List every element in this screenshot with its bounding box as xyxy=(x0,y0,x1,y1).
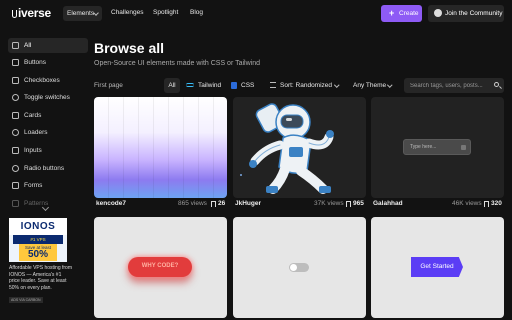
tailwind-icon xyxy=(186,83,194,87)
bookmark-icon[interactable] xyxy=(484,201,489,207)
ad-carbon-link[interactable]: ADS VIA CARBON xyxy=(9,297,43,303)
sidebar-item-loaders[interactable]: Loaders xyxy=(8,125,88,140)
card-info: Galahhad 46K views 320 xyxy=(371,200,504,210)
card-views: 865 views xyxy=(178,200,207,207)
preview-toggle-switch[interactable] xyxy=(289,263,309,272)
preview-input[interactable]: Type here... xyxy=(403,139,471,155)
bookmark-icon[interactable] xyxy=(211,201,216,207)
radio-icon xyxy=(12,165,19,172)
join-community-button[interactable]: Join the Community xyxy=(428,5,504,22)
card-author[interactable]: kencode7 xyxy=(96,200,126,207)
form-icon xyxy=(12,182,19,189)
card-info: JkHuger 37K views 965 xyxy=(233,200,366,210)
sidebar-item-inputs[interactable]: Inputs xyxy=(8,143,88,158)
chevron-down-icon xyxy=(387,82,393,88)
button-icon xyxy=(12,59,19,66)
ad-save-badge: Save at least 50% xyxy=(19,244,57,261)
loader-icon xyxy=(12,129,19,136)
ad-banner[interactable]: IONOS #1 VPS Save at least 50% xyxy=(9,218,67,262)
card-views: 46K views xyxy=(452,200,482,207)
card-saves: 965 xyxy=(353,200,364,207)
filter-all-button[interactable]: All xyxy=(164,78,180,93)
element-card-input[interactable]: Type here... xyxy=(371,97,504,198)
checkbox-icon xyxy=(12,77,19,84)
filter-css-button[interactable]: CSS xyxy=(228,78,256,93)
search-icon[interactable] xyxy=(494,82,499,87)
page-label: First page xyxy=(94,82,123,89)
toggle-knob xyxy=(290,264,297,271)
grid-lines xyxy=(94,97,227,198)
nav-spotlight[interactable]: Spotlight xyxy=(153,9,178,16)
chevron-down-icon xyxy=(334,82,340,88)
clipboard-icon xyxy=(461,145,466,150)
sort-icon xyxy=(270,82,276,88)
astronaut-illustration xyxy=(240,103,334,194)
card-icon xyxy=(12,112,19,119)
sidebar-item-cards[interactable]: Cards xyxy=(8,108,88,123)
card-saves: 320 xyxy=(491,200,502,207)
ad-text[interactable]: Affordable VPS hosting from IONOS — Amer… xyxy=(9,265,73,291)
sidebar-item-forms[interactable]: Forms xyxy=(8,178,88,193)
element-card-get-started[interactable]: Get Started xyxy=(371,217,504,318)
sort-dropdown[interactable]: Sort: Randomized xyxy=(266,78,340,93)
theme-dropdown[interactable]: Any Theme xyxy=(350,78,396,93)
filter-tailwind-button[interactable]: Tailwind xyxy=(184,78,224,93)
element-card-astronaut[interactable] xyxy=(233,97,366,198)
preview-fire-button[interactable]: WHY CODE? xyxy=(128,257,192,277)
element-card-toggle[interactable] xyxy=(233,217,366,318)
github-icon xyxy=(434,9,442,17)
sidebar-item-toggle-switches[interactable]: Toggle switches xyxy=(8,90,88,105)
create-button[interactable]: + Create xyxy=(381,5,422,22)
top-header: iverse Elements Challenges Spotlight Blo… xyxy=(0,0,512,28)
bookmark-icon[interactable] xyxy=(346,201,351,207)
ad-save-value: 50% xyxy=(27,249,48,260)
ad-brand: IONOS xyxy=(9,218,67,235)
card-author[interactable]: JkHuger xyxy=(235,200,261,207)
sidebar-item-all[interactable]: All xyxy=(8,38,88,53)
nav-elements-dropdown[interactable]: Elements xyxy=(63,6,102,21)
page-subtitle: Open-Source UI elements made with CSS or… xyxy=(94,60,261,67)
card-saves: 26 xyxy=(218,200,226,207)
card-info: kencode7 865 views 26 xyxy=(94,200,227,210)
page-title: Browse all xyxy=(94,40,165,56)
element-card-gradient[interactable] xyxy=(94,97,227,198)
sidebar-item-patterns[interactable]: Patterns xyxy=(8,196,88,211)
nav-challenges[interactable]: Challenges xyxy=(111,9,144,16)
input-icon xyxy=(12,147,19,154)
logo[interactable]: iverse xyxy=(12,6,51,20)
sidebar-item-buttons[interactable]: Buttons xyxy=(8,55,88,70)
preview-input-placeholder: Type here... xyxy=(410,144,437,150)
sidebar-item-checkboxes[interactable]: Checkboxes xyxy=(8,73,88,88)
card-author[interactable]: Galahhad xyxy=(373,200,403,207)
toggle-icon xyxy=(12,94,19,101)
plus-icon: + xyxy=(389,8,395,18)
preview-get-started-button[interactable]: Get Started xyxy=(411,257,463,277)
element-card-fire-button[interactable]: WHY CODE? xyxy=(94,217,227,318)
nav-blog[interactable]: Blog xyxy=(190,9,203,16)
css-icon xyxy=(231,82,237,89)
ad-subtitle: #1 VPS xyxy=(13,235,63,244)
sidebar-item-radio-buttons[interactable]: Radio buttons xyxy=(8,161,88,176)
search-box xyxy=(404,78,504,93)
grid-icon xyxy=(12,42,19,49)
card-views: 37K views xyxy=(314,200,344,207)
search-input[interactable] xyxy=(410,80,488,91)
pattern-icon xyxy=(12,200,19,207)
